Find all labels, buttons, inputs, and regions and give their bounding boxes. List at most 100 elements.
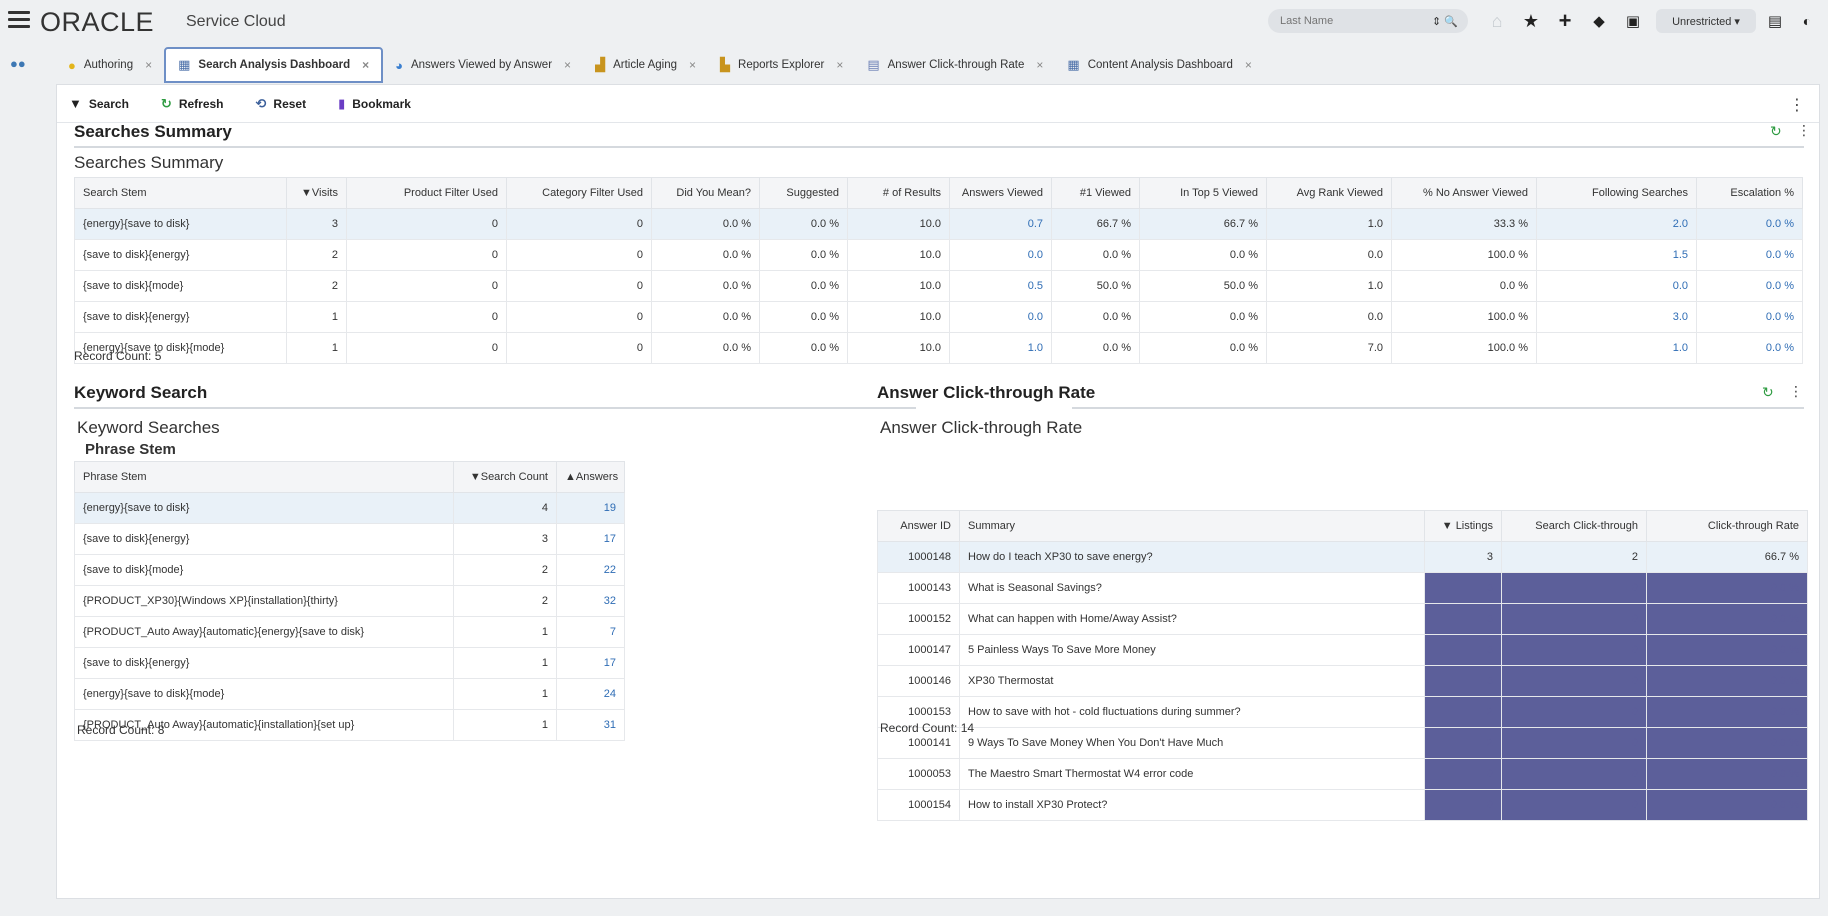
profile-select[interactable]: Unrestricted ▾ bbox=[1656, 9, 1756, 33]
chat-icon[interactable]: ▣ bbox=[1622, 10, 1644, 32]
menu-icon[interactable] bbox=[8, 11, 30, 29]
table-row[interactable]: 1000153 How to save with hot - cold fluct… bbox=[877, 696, 1808, 728]
tab-answer-click-through-rate[interactable]: ▤ Answer Click-through Rate × bbox=[855, 47, 1055, 83]
table-cell: 1.0 bbox=[1536, 332, 1697, 364]
close-icon[interactable]: × bbox=[564, 58, 571, 72]
column-header[interactable]: Product Filter Used bbox=[346, 177, 507, 209]
table-row[interactable]: {save to disk}{energy} 1 17 bbox=[74, 647, 625, 679]
table-row[interactable]: {energy}{save to disk} 3 0 0 0.0 % 0.0 % 10.0 0… bbox=[74, 208, 1803, 240]
refresh-icon[interactable]: ↻ bbox=[1770, 123, 1782, 140]
tab-article-aging[interactable]: ▟ Article Aging × bbox=[583, 47, 708, 83]
close-icon[interactable]: × bbox=[1245, 58, 1252, 72]
column-header[interactable]: ▼ Listings bbox=[1424, 510, 1502, 542]
column-header[interactable]: Search Click-through bbox=[1501, 510, 1647, 542]
table-row[interactable]: 1000146 XP30 Thermostat 3 0 0.0 % bbox=[877, 665, 1808, 697]
table-row[interactable]: 1000152 What can happen with Home/Away As… bbox=[877, 603, 1808, 635]
table-cell: What is Seasonal Savings? bbox=[959, 572, 1425, 604]
column-header[interactable]: Suggested bbox=[759, 177, 848, 209]
column-header[interactable]: Escalation % bbox=[1696, 177, 1803, 209]
close-icon[interactable]: × bbox=[836, 58, 843, 72]
reset-button[interactable]: ⟲ Reset bbox=[256, 96, 307, 112]
help-icon[interactable]: ◐ bbox=[1796, 10, 1818, 32]
table-row[interactable]: {save to disk}{mode} 2 22 bbox=[74, 554, 625, 586]
table-row[interactable]: 1000053 The Maestro Smart Thermostat W4 e… bbox=[877, 758, 1808, 790]
table-row[interactable]: 1000143 What is Seasonal Savings? 3 0 0.0 % bbox=[877, 572, 1808, 604]
tag-icon[interactable]: ◆ bbox=[1588, 10, 1610, 32]
table-row[interactable]: 1000154 How to install XP30 Protect? 0 0 0.0… bbox=[877, 789, 1808, 821]
table-row[interactable]: 1000148 How do I teach XP30 to save energ… bbox=[877, 541, 1808, 573]
table-cell: 3 bbox=[1424, 603, 1502, 635]
refresh-button[interactable]: ↻ Refresh bbox=[161, 96, 224, 112]
tab-reports-explorer[interactable]: ▙ Reports Explorer × bbox=[708, 47, 855, 83]
close-icon[interactable]: × bbox=[145, 58, 152, 72]
table-row[interactable]: {PRODUCT_Auto Away}{automatic}{energy}{s… bbox=[74, 616, 625, 648]
column-header[interactable]: Search Stem bbox=[74, 177, 287, 209]
table-row[interactable]: 1000147 5 Painless Ways To Save More Mone… bbox=[877, 634, 1808, 666]
column-header[interactable]: Click-through Rate bbox=[1646, 510, 1808, 542]
bookmark-button[interactable]: ▮ Bookmark bbox=[338, 96, 411, 112]
column-header[interactable]: # of Results bbox=[847, 177, 950, 209]
table-cell: 0 bbox=[1501, 727, 1647, 759]
tab-answers-viewed-by-answer[interactable]: ◕ Answers Viewed by Answer × bbox=[383, 47, 583, 83]
column-header[interactable]: Avg Rank Viewed bbox=[1266, 177, 1392, 209]
table-cell: 10.0 bbox=[847, 208, 950, 240]
keyword-search-section-title: Keyword Search bbox=[74, 383, 208, 402]
more-options-icon[interactable]: ⋮ bbox=[1797, 122, 1811, 139]
tab-label: Article Aging bbox=[613, 59, 677, 71]
table-cell: 1000152 bbox=[877, 603, 960, 635]
column-header[interactable]: ▼Visits bbox=[286, 177, 347, 209]
table-cell: 0.0 % bbox=[651, 332, 760, 364]
column-header[interactable]: Answers Viewed bbox=[949, 177, 1052, 209]
column-header[interactable]: Category Filter Used bbox=[506, 177, 652, 209]
column-header[interactable]: Answer ID bbox=[877, 510, 960, 542]
close-icon[interactable]: × bbox=[1036, 58, 1043, 72]
more-options-icon[interactable]: ⋮ bbox=[1789, 95, 1805, 115]
table-cell: 1.0 bbox=[1266, 270, 1392, 302]
column-header[interactable]: Did You Mean? bbox=[651, 177, 760, 209]
search-icon[interactable]: ⇕ 🔍 bbox=[1432, 15, 1458, 28]
home-icon[interactable]: ⌂ bbox=[1486, 10, 1508, 32]
star-icon[interactable]: ★ bbox=[1520, 10, 1542, 32]
table-row[interactable]: {save to disk}{mode} 2 0 0 0.0 % 0.0 % 10.0 0.5… bbox=[74, 270, 1803, 302]
column-header[interactable]: % No Answer Viewed bbox=[1391, 177, 1537, 209]
search-button[interactable]: ▼ Search bbox=[69, 96, 129, 111]
quick-search-input[interactable] bbox=[1278, 14, 1428, 28]
quick-search[interactable]: ⇕ 🔍 bbox=[1268, 9, 1468, 33]
table-row[interactable]: {energy}{save to disk}{mode} 1 0 0 0.0 % 0.0 … bbox=[74, 332, 1803, 364]
table-header-row: Answer ID Summary ▼ Listings Search Clic… bbox=[877, 510, 1808, 542]
table-cell: 0.0 % bbox=[1391, 270, 1537, 302]
close-icon[interactable]: × bbox=[689, 58, 696, 72]
table-cell: 0.0 % bbox=[1139, 332, 1267, 364]
table-cell: 3 bbox=[1424, 572, 1502, 604]
chat-bubbles-icon[interactable]: ●● bbox=[10, 56, 26, 71]
message-icon[interactable]: ▤ bbox=[1764, 10, 1786, 32]
table-cell: {energy}{save to disk}{mode} bbox=[74, 678, 454, 710]
column-header[interactable]: ▼Search Count bbox=[453, 461, 557, 493]
table-cell: 0 bbox=[1501, 634, 1647, 666]
table-row[interactable]: 1000141 9 Ways To Save Money When You Don… bbox=[877, 727, 1808, 759]
add-icon[interactable]: + bbox=[1554, 8, 1576, 33]
column-header[interactable]: Phrase Stem bbox=[74, 461, 454, 493]
record-count: Record Count: 5 bbox=[74, 349, 162, 363]
dashboard-panel: ▼ Search ↻ Refresh ⟲ Reset ▮ Bookmark ⋮ … bbox=[56, 84, 1820, 899]
table-row[interactable]: {save to disk}{energy} 3 17 bbox=[74, 523, 625, 555]
table-row[interactable]: {save to disk}{energy} 2 0 0 0.0 % 0.0 % 10.0 0… bbox=[74, 239, 1803, 271]
column-header[interactable]: Following Searches bbox=[1536, 177, 1697, 209]
close-icon[interactable]: × bbox=[362, 58, 369, 72]
tab-search-analysis-dashboard[interactable]: ▦ Search Analysis Dashboard × bbox=[164, 47, 384, 83]
table-row[interactable]: {energy}{save to disk} 4 19 bbox=[74, 492, 625, 524]
table-row[interactable]: {save to disk}{energy} 1 0 0 0.0 % 0.0 % 10.0 0… bbox=[74, 301, 1803, 333]
table-row[interactable]: {PRODUCT_XP30}{Windows XP}{installation}… bbox=[74, 585, 625, 617]
refresh-icon[interactable]: ↻ bbox=[1762, 384, 1774, 401]
tab-authoring[interactable]: ● Authoring × bbox=[56, 47, 164, 83]
table-cell: {save to disk}{mode} bbox=[74, 554, 454, 586]
column-header[interactable]: ▲Answers bbox=[556, 461, 625, 493]
tab-content-analysis-dashboard[interactable]: ▦ Content Analysis Dashboard × bbox=[1055, 47, 1263, 83]
more-options-icon[interactable]: ⋮ bbox=[1789, 383, 1803, 400]
column-header[interactable]: #1 Viewed bbox=[1051, 177, 1140, 209]
table-cell: 1 bbox=[453, 647, 557, 679]
column-header[interactable]: In Top 5 Viewed bbox=[1139, 177, 1267, 209]
column-header[interactable]: Summary bbox=[959, 510, 1425, 542]
table-cell: 22 bbox=[556, 554, 625, 586]
table-row[interactable]: {energy}{save to disk}{mode} 1 24 bbox=[74, 678, 625, 710]
